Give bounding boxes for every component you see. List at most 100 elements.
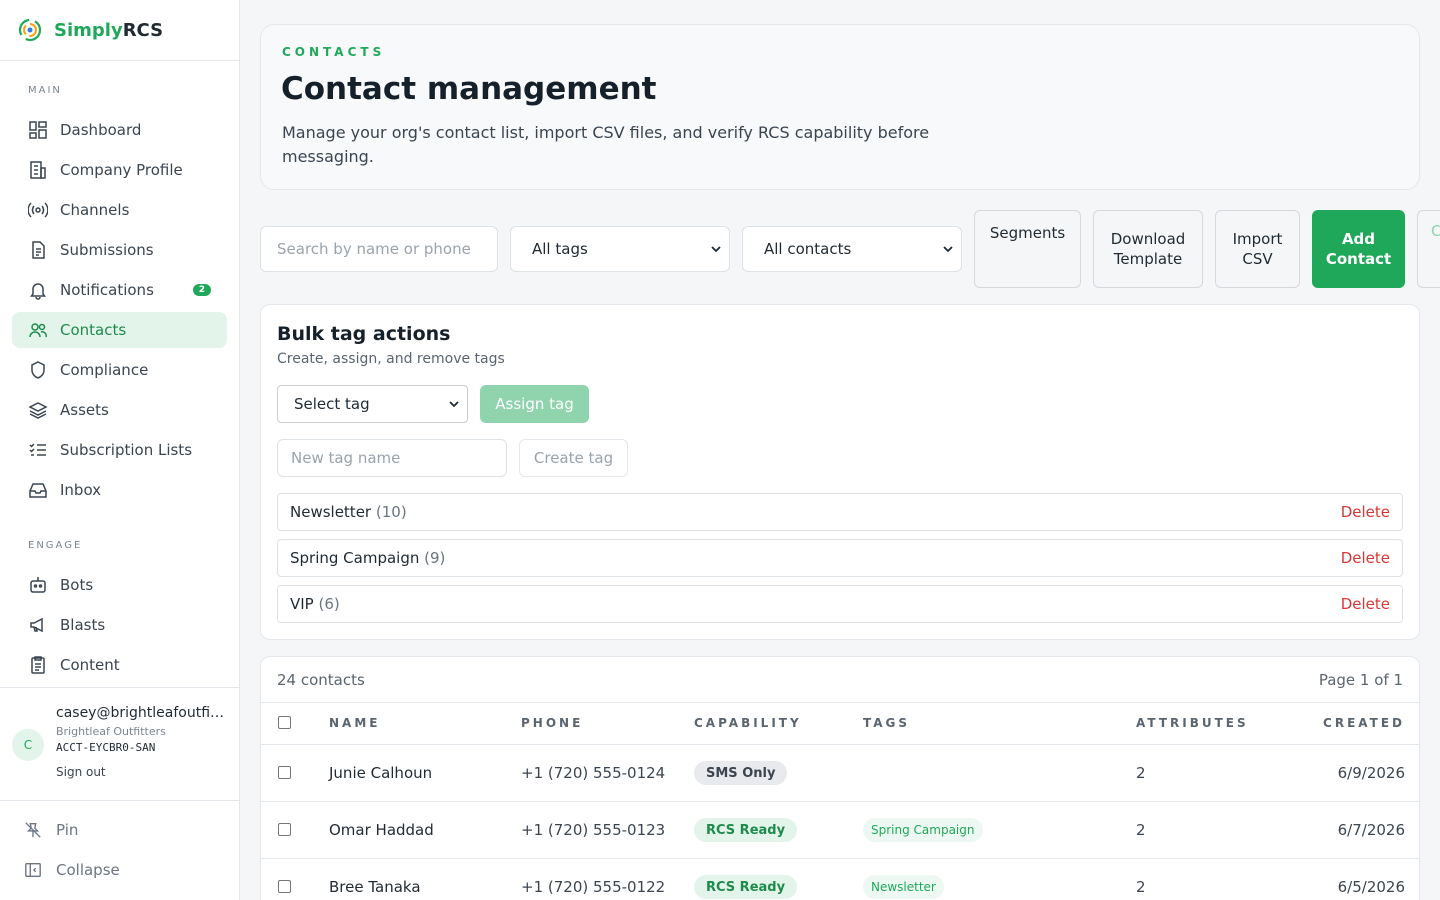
sidebar-item-bots[interactable]: Bots <box>12 567 227 603</box>
clipped-toolbar-button[interactable]: C <box>1417 210 1440 288</box>
page-eyebrow: CONTACTS <box>282 45 386 59</box>
sign-out-link[interactable]: Sign out <box>56 765 106 779</box>
sidebar-item-assets[interactable]: Assets <box>12 392 227 428</box>
sidebar-item-dashboard[interactable]: Dashboard <box>12 112 227 148</box>
table-row[interactable]: Bree Tanaka +1 (720) 555-0122 RCS Ready … <box>261 859 1419 900</box>
column-header-phone[interactable]: PHONE <box>521 716 583 730</box>
column-header-name[interactable]: NAME <box>329 716 380 730</box>
sidebar-item-label: Company Profile <box>60 161 183 179</box>
add-contact-button[interactable]: Add Contact <box>1312 210 1405 288</box>
created-date: 6/9/2026 <box>1337 764 1405 782</box>
contact-phone: +1 (720) 555-0124 <box>521 764 666 782</box>
contacts-table: 24 contacts Page 1 of 1 NAME PHONE CAPAB… <box>260 656 1420 900</box>
capability-badge: SMS Only <box>694 761 788 785</box>
tag-row: Spring Campaign (9) Delete <box>277 539 1403 577</box>
sidebar-item-label: Channels <box>60 201 130 219</box>
sidebar-item-subscription-lists[interactable]: Subscription Lists <box>12 432 227 468</box>
pin-label: Pin <box>56 821 79 839</box>
pin-button[interactable]: Pin <box>24 821 78 839</box>
column-header-capability[interactable]: CAPABILITY <box>694 716 802 730</box>
table-row[interactable]: Omar Haddad +1 (720) 555-0123 RCS Ready … <box>261 802 1419 859</box>
sidebar-footer: Pin Collapse <box>0 800 239 900</box>
sidebar-item-label: Inbox <box>60 481 102 499</box>
tag-filter-value: All tags <box>532 240 588 258</box>
row-checkbox[interactable] <box>278 880 291 893</box>
created-date: 6/5/2026 <box>1337 878 1405 896</box>
sidebar-item-label: Bots <box>60 576 94 594</box>
sidebar-item-label: Submissions <box>60 241 154 259</box>
created-date: 6/7/2026 <box>1337 821 1405 839</box>
tag-chip: Spring Campaign <box>863 818 983 842</box>
contact-name: Bree Tanaka <box>329 878 421 896</box>
select-tag-value: Select tag <box>294 395 370 413</box>
sidebar-item-label: Subscription Lists <box>60 441 193 459</box>
contact-phone: +1 (720) 555-0122 <box>521 878 666 896</box>
select-all-checkbox[interactable] <box>278 716 291 729</box>
building-icon <box>30 161 46 179</box>
delete-tag-button[interactable]: Delete <box>1341 503 1390 521</box>
checklist-icon <box>29 443 46 456</box>
page-title: Contact management <box>281 71 657 107</box>
contact-filter-select[interactable]: All contacts <box>742 226 962 272</box>
user-email: casey@brightleafoutfitters.com <box>56 705 226 721</box>
pin-off-icon <box>25 822 41 838</box>
sidebar-item-blasts[interactable]: Blasts <box>12 607 227 643</box>
search-input[interactable]: Search by name or phone <box>260 226 498 272</box>
inbox-icon <box>29 483 47 498</box>
dashboard-icon <box>29 121 47 139</box>
contact-name: Omar Haddad <box>329 821 434 839</box>
sidebar-item-company-profile[interactable]: Company Profile <box>12 152 227 188</box>
import-csv-button[interactable]: Import CSV <box>1215 210 1300 288</box>
column-header-tags[interactable]: TAGS <box>863 716 910 730</box>
download-template-button[interactable]: Download Template <box>1093 210 1203 288</box>
tag-filter-select[interactable]: All tags <box>510 226 730 272</box>
sidebar-item-submissions[interactable]: Submissions <box>12 232 227 268</box>
sidebar-item-contacts[interactable]: Contacts <box>12 312 227 348</box>
table-row[interactable]: Junie Calhoun +1 (720) 555-0124 SMS Only… <box>261 745 1419 802</box>
delete-tag-button[interactable]: Delete <box>1341 549 1390 567</box>
sidebar-collapse-icon <box>25 863 41 877</box>
clipboard-icon <box>31 656 45 674</box>
tag-row: Newsletter (10) Delete <box>277 493 1403 531</box>
sidebar-item-label: Assets <box>60 401 109 419</box>
row-checkbox[interactable] <box>278 823 291 836</box>
sidebar-item-inbox[interactable]: Inbox <box>12 472 227 508</box>
segments-button[interactable]: Segments <box>974 210 1081 288</box>
document-icon <box>32 241 45 259</box>
contact-count: 24 contacts <box>277 671 365 689</box>
column-header-created[interactable]: CREATED <box>1323 716 1405 730</box>
sidebar-item-channels[interactable]: Channels <box>12 192 227 228</box>
tag-name: VIP <box>290 595 314 613</box>
shield-icon <box>31 361 45 379</box>
table-header: NAME PHONE CAPABILITY TAGS ATTRIBUTES CR… <box>261 702 1419 745</box>
sidebar-item-compliance[interactable]: Compliance <box>12 352 227 388</box>
bulk-subtitle: Create, assign, and remove tags <box>277 351 505 367</box>
tag-count: (10) <box>375 503 407 521</box>
sidebar-item-label: Dashboard <box>60 121 142 139</box>
page-indicator: Page 1 of 1 <box>1318 671 1403 689</box>
sidebar-item-content[interactable]: Content <box>12 647 227 683</box>
attribute-count: 2 <box>1136 764 1146 782</box>
avatar: C <box>12 729 44 761</box>
create-tag-button[interactable]: Create tag <box>519 439 628 477</box>
sidebar-item-label: Compliance <box>60 361 149 379</box>
brand[interactable]: SimplyRCS <box>0 0 239 61</box>
row-checkbox[interactable] <box>278 766 291 779</box>
bot-icon <box>30 577 46 593</box>
new-tag-input[interactable]: New tag name <box>277 439 507 477</box>
assign-tag-button[interactable]: Assign tag <box>480 385 589 423</box>
section-label-engage: ENGAGE <box>28 540 83 551</box>
collapse-button[interactable]: Collapse <box>24 861 120 879</box>
sidebar-item-notifications[interactable]: Notifications 2 <box>12 272 227 308</box>
chevron-down-icon <box>943 246 953 253</box>
tag-count: (9) <box>424 549 446 567</box>
delete-tag-button[interactable]: Delete <box>1341 595 1390 613</box>
tag-info: Spring Campaign (9) <box>290 549 445 567</box>
collapse-label: Collapse <box>56 861 120 879</box>
layers-icon <box>28 402 48 419</box>
user-organization: Brightleaf Outfitters <box>56 725 166 738</box>
select-tag-dropdown[interactable]: Select tag <box>277 385 468 423</box>
column-header-attributes[interactable]: ATTRIBUTES <box>1136 716 1249 730</box>
user-account-panel: C casey@brightleafoutfitters.com Brightl… <box>0 687 239 800</box>
bulk-title: Bulk tag actions <box>277 323 451 345</box>
